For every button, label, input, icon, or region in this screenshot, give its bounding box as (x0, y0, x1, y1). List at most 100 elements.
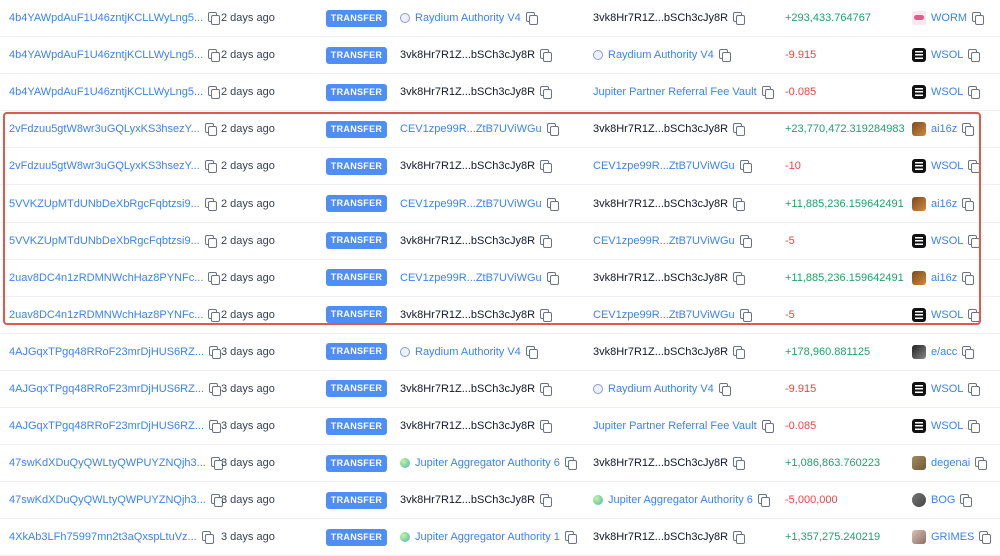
transfer-badge[interactable]: TRANSFER (326, 157, 387, 175)
from-address[interactable]: CEV1zpe99R...ZtB7UViWGu (400, 272, 542, 284)
copy-icon[interactable] (564, 457, 577, 471)
to-address[interactable]: CEV1zpe99R...ZtB7UViWGu (593, 309, 735, 321)
from-address[interactable]: 3vk8Hr7R1Z...bSCh3cJy8R (400, 86, 535, 98)
copy-icon[interactable] (962, 345, 975, 359)
transfer-badge[interactable]: TRANSFER (326, 9, 387, 27)
copy-icon[interactable] (546, 271, 559, 285)
copy-icon[interactable] (968, 49, 981, 63)
from-address[interactable]: 3vk8Hr7R1Z...bSCh3cJy8R (400, 309, 535, 321)
to-address[interactable]: 3vk8Hr7R1Z...bSCh3cJy8R (593, 12, 728, 24)
signature-link[interactable]: 4AJGqxTPgq48RRoF23mrDjHUS6RZ... (9, 420, 204, 432)
signature-link[interactable]: 5VVKZUpMTdUNbDeXbRgcFqbtzsi9... (9, 235, 200, 247)
copy-icon[interactable] (968, 420, 981, 434)
copy-icon[interactable] (733, 271, 746, 285)
signature-link[interactable]: 4b4YAWpdAuF1U46zntjKCLLWyLng5... (9, 49, 203, 61)
token-link[interactable]: WORM (931, 12, 967, 24)
copy-icon[interactable] (204, 197, 217, 211)
transfer-badge[interactable]: TRANSFER (326, 343, 387, 361)
copy-icon[interactable] (733, 123, 746, 137)
from-address[interactable]: Raydium Authority V4 (415, 12, 521, 24)
token-link[interactable]: ai16z (931, 198, 957, 210)
copy-icon[interactable] (540, 308, 553, 322)
to-address[interactable]: CEV1zpe99R...ZtB7UViWGu (593, 160, 735, 172)
copy-icon[interactable] (968, 308, 981, 322)
copy-icon[interactable] (208, 271, 221, 285)
copy-icon[interactable] (208, 308, 221, 322)
token-link[interactable]: WSOL (931, 420, 963, 432)
to-address[interactable]: 3vk8Hr7R1Z...bSCh3cJy8R (593, 457, 728, 469)
token-link[interactable]: WSOL (931, 235, 963, 247)
copy-icon[interactable] (540, 86, 553, 100)
token-link[interactable]: WSOL (931, 383, 963, 395)
copy-icon[interactable] (208, 49, 221, 63)
copy-icon[interactable] (209, 382, 222, 396)
copy-icon[interactable] (208, 86, 221, 100)
transfer-badge[interactable]: TRANSFER (326, 380, 387, 398)
copy-icon[interactable] (546, 123, 559, 137)
copy-icon[interactable] (739, 160, 752, 174)
signature-link[interactable]: 4XkAb3LFh75997mn2t3aQxspLtuVz... (9, 531, 197, 543)
to-address[interactable]: CEV1zpe99R...ZtB7UViWGu (593, 235, 735, 247)
copy-icon[interactable] (757, 494, 770, 508)
from-address[interactable]: Raydium Authority V4 (415, 346, 521, 358)
copy-icon[interactable] (525, 12, 538, 26)
copy-icon[interactable] (733, 457, 746, 471)
transfer-badge[interactable]: TRANSFER (326, 195, 387, 213)
copy-icon[interactable] (960, 494, 973, 508)
copy-icon[interactable] (204, 160, 217, 174)
copy-icon[interactable] (209, 420, 222, 434)
signature-link[interactable]: 5VVKZUpMTdUNbDeXbRgcFqbtzsi9... (9, 198, 200, 210)
copy-icon[interactable] (546, 197, 559, 211)
to-address[interactable]: Raydium Authority V4 (608, 383, 714, 395)
transfer-badge[interactable]: TRANSFER (326, 83, 387, 101)
transfer-badge[interactable]: TRANSFER (326, 269, 387, 287)
copy-icon[interactable] (540, 420, 553, 434)
copy-icon[interactable] (962, 271, 975, 285)
transfer-badge[interactable]: TRANSFER (326, 491, 387, 509)
to-address[interactable]: 3vk8Hr7R1Z...bSCh3cJy8R (593, 198, 728, 210)
transfer-badge[interactable]: TRANSFER (326, 306, 387, 324)
signature-link[interactable]: 4b4YAWpdAuF1U46zntjKCLLWyLng5... (9, 86, 203, 98)
token-link[interactable]: WSOL (931, 49, 963, 61)
to-address[interactable]: 3vk8Hr7R1Z...bSCh3cJy8R (593, 531, 728, 543)
to-address[interactable]: 3vk8Hr7R1Z...bSCh3cJy8R (593, 272, 728, 284)
from-address[interactable]: 3vk8Hr7R1Z...bSCh3cJy8R (400, 235, 535, 247)
signature-link[interactable]: 2uav8DC4n1zRDMNWchHaz8PYNFc... (9, 272, 203, 284)
copy-icon[interactable] (525, 345, 538, 359)
token-link[interactable]: ai16z (931, 123, 957, 135)
signature-link[interactable]: 4AJGqxTPgq48RRoF23mrDjHUS6RZ... (9, 346, 204, 358)
copy-icon[interactable] (733, 345, 746, 359)
copy-icon[interactable] (204, 234, 217, 248)
token-link[interactable]: e/acc (931, 346, 957, 358)
copy-icon[interactable] (540, 234, 553, 248)
from-address[interactable]: 3vk8Hr7R1Z...bSCh3cJy8R (400, 49, 535, 61)
to-address[interactable]: Jupiter Aggregator Authority 6 (608, 494, 753, 506)
transfer-badge[interactable]: TRANSFER (326, 46, 387, 64)
copy-icon[interactable] (209, 345, 222, 359)
token-link[interactable]: BOG (931, 494, 955, 506)
copy-icon[interactable] (540, 160, 553, 174)
copy-icon[interactable] (979, 531, 992, 545)
transfer-badge[interactable]: TRANSFER (326, 232, 387, 250)
copy-icon[interactable] (201, 531, 214, 545)
signature-link[interactable]: 47swKdXDuQyQWLtyQWPUYZNQjh3... (9, 494, 206, 506)
copy-icon[interactable] (733, 197, 746, 211)
from-address[interactable]: Jupiter Aggregator Authority 1 (415, 531, 560, 543)
to-address[interactable]: Raydium Authority V4 (608, 49, 714, 61)
copy-icon[interactable] (968, 234, 981, 248)
token-link[interactable]: WSOL (931, 309, 963, 321)
token-link[interactable]: WSOL (931, 86, 963, 98)
from-address[interactable]: 3vk8Hr7R1Z...bSCh3cJy8R (400, 383, 535, 395)
signature-link[interactable]: 2vFdzuu5gtW8wr3uGQLyxKS3hsezY... (9, 160, 200, 172)
copy-icon[interactable] (208, 12, 221, 26)
copy-icon[interactable] (975, 457, 988, 471)
token-link[interactable]: ai16z (931, 272, 957, 284)
from-address[interactable]: 3vk8Hr7R1Z...bSCh3cJy8R (400, 160, 535, 172)
copy-icon[interactable] (564, 531, 577, 545)
copy-icon[interactable] (761, 420, 774, 434)
copy-icon[interactable] (968, 86, 981, 100)
copy-icon[interactable] (962, 123, 975, 137)
copy-icon[interactable] (733, 531, 746, 545)
copy-icon[interactable] (718, 382, 731, 396)
copy-icon[interactable] (733, 12, 746, 26)
